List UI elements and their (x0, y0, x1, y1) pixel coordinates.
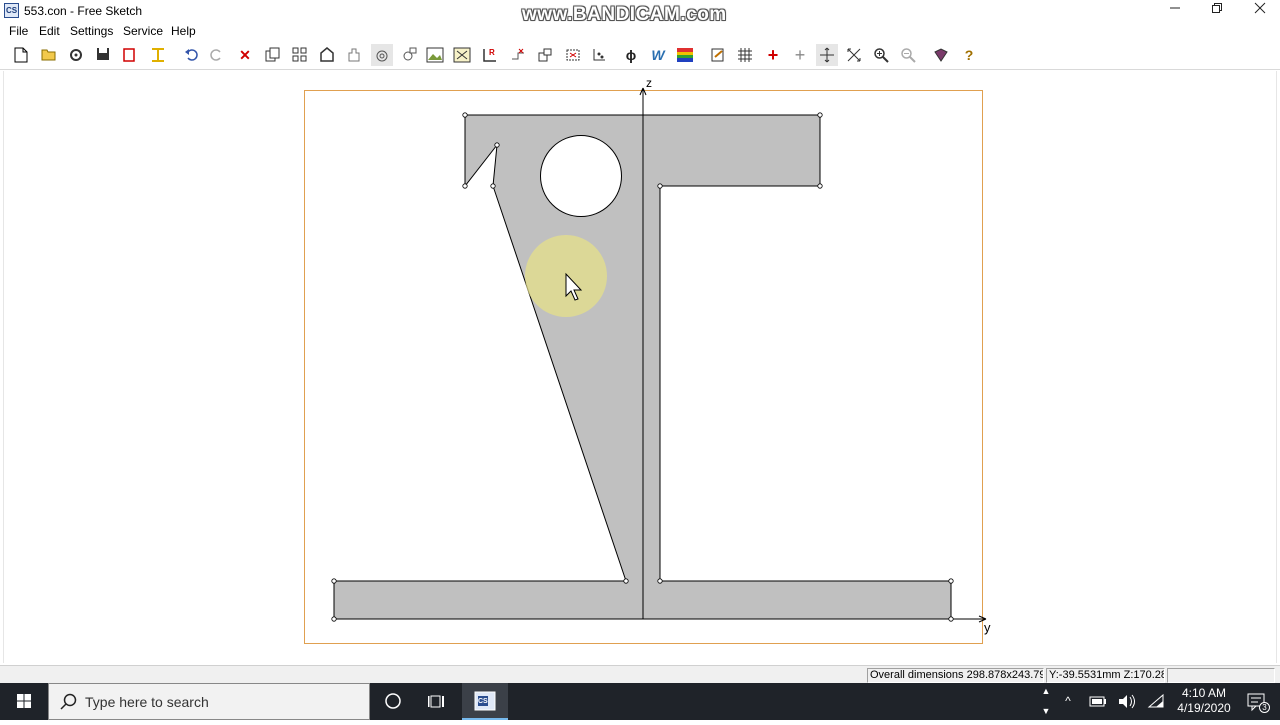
wifi-icon[interactable] (1144, 683, 1170, 720)
menu-help[interactable]: Help (171, 24, 196, 38)
app-icon: CS (4, 3, 19, 18)
y-axis-label: y (984, 620, 991, 635)
notification-badge: 3 (1259, 702, 1270, 713)
svg-text:R: R (489, 48, 495, 57)
search-placeholder: Type here to search (85, 694, 209, 710)
clock-time: 4:10 AM (1181, 686, 1227, 700)
menu-file[interactable]: File (9, 24, 28, 38)
delete-icon[interactable]: ✕ (234, 44, 256, 66)
clock-date: 4/19/2020 (1177, 701, 1231, 715)
undo-icon[interactable] (180, 44, 202, 66)
delete-document-icon[interactable] (118, 44, 140, 66)
battery-icon[interactable] (1086, 683, 1110, 720)
svg-text:CS: CS (478, 698, 488, 705)
z-axis-label: z (646, 76, 652, 90)
close-button[interactable] (1238, 0, 1280, 22)
show-hidden-icons-icon[interactable]: ^ (1056, 683, 1080, 720)
window-title: 553.con - Free Sketch (24, 4, 143, 18)
redo-icon[interactable] (206, 44, 228, 66)
menu-edit[interactable]: Edit (39, 24, 60, 38)
zoom-out-icon[interactable] (897, 44, 919, 66)
add-point-icon[interactable]: + (762, 44, 784, 66)
help-icon[interactable]: ? (958, 44, 980, 66)
drawing-canvas[interactable]: z y (3, 71, 1277, 663)
cortana-icon[interactable] (370, 683, 416, 720)
reference-icon[interactable]: R (479, 44, 501, 66)
new-file-icon[interactable] (10, 44, 32, 66)
clock[interactable]: 4:10 AM 4/19/2020 (1172, 683, 1236, 720)
title-bar: CS 553.con - Free Sketch www.BANDICAM.co… (0, 0, 1280, 25)
move-icon[interactable] (534, 44, 556, 66)
w-icon[interactable]: W (647, 44, 669, 66)
color-map-icon[interactable] (674, 44, 696, 66)
image-icon[interactable] (424, 44, 446, 66)
restore-button[interactable] (1195, 0, 1239, 22)
section-hole[interactable] (540, 135, 622, 217)
clear-icon[interactable] (147, 44, 169, 66)
contour-icon[interactable] (371, 44, 393, 66)
toolbar: ✕ R ɸ W + + ? (0, 41, 1280, 70)
shape-icon[interactable] (343, 44, 365, 66)
snap-icon[interactable]: + (789, 44, 811, 66)
zoom-in-icon[interactable] (870, 44, 892, 66)
pan-icon[interactable] (816, 44, 838, 66)
properties-icon[interactable] (65, 44, 87, 66)
minimize-button[interactable] (1153, 0, 1197, 22)
freesketch-taskbar-icon[interactable]: CS (462, 683, 508, 720)
cross-section-drawing (304, 87, 987, 644)
status-bar: Overall dimensions 298.878x243.796 Y:-39… (0, 665, 1280, 683)
grid-icon[interactable] (734, 44, 756, 66)
array-icon[interactable] (289, 44, 311, 66)
search-icon (60, 693, 77, 710)
open-folder-icon[interactable] (38, 44, 60, 66)
status-coordinates: Y:-39.5531mm Z:170.28 (1046, 668, 1165, 683)
menu-settings[interactable]: Settings (70, 24, 113, 38)
menu-service[interactable]: Service (123, 24, 163, 38)
polygon-icon[interactable] (316, 44, 338, 66)
mirror-icon[interactable] (451, 44, 473, 66)
zoom-fit-icon[interactable] (843, 44, 865, 66)
phi-icon[interactable]: ɸ (620, 44, 642, 66)
rotate-icon[interactable] (398, 44, 420, 66)
menu-bar: File Edit Settings Service Help (0, 22, 1280, 41)
axes-icon[interactable] (588, 44, 610, 66)
status-dimensions: Overall dimensions 298.878x243.796 (867, 668, 1044, 683)
tray-scroll-icon[interactable]: ▲ ▼ (1040, 683, 1052, 720)
notification-icon[interactable]: 3 (1240, 683, 1274, 720)
nodes-icon[interactable] (562, 44, 584, 66)
task-view-icon[interactable] (414, 683, 460, 720)
book-icon[interactable] (930, 44, 952, 66)
save-icon[interactable] (92, 44, 114, 66)
taskbar: Type here to search CS ▲ ▼ ^ 4:10 AM 4/19… (0, 683, 1280, 720)
break-icon[interactable] (507, 44, 529, 66)
copy-icon[interactable] (262, 44, 284, 66)
search-box[interactable]: Type here to search (48, 683, 370, 720)
start-button[interactable] (0, 683, 48, 720)
status-empty (1167, 668, 1275, 683)
report-icon[interactable] (707, 44, 729, 66)
volume-icon[interactable] (1114, 683, 1140, 720)
